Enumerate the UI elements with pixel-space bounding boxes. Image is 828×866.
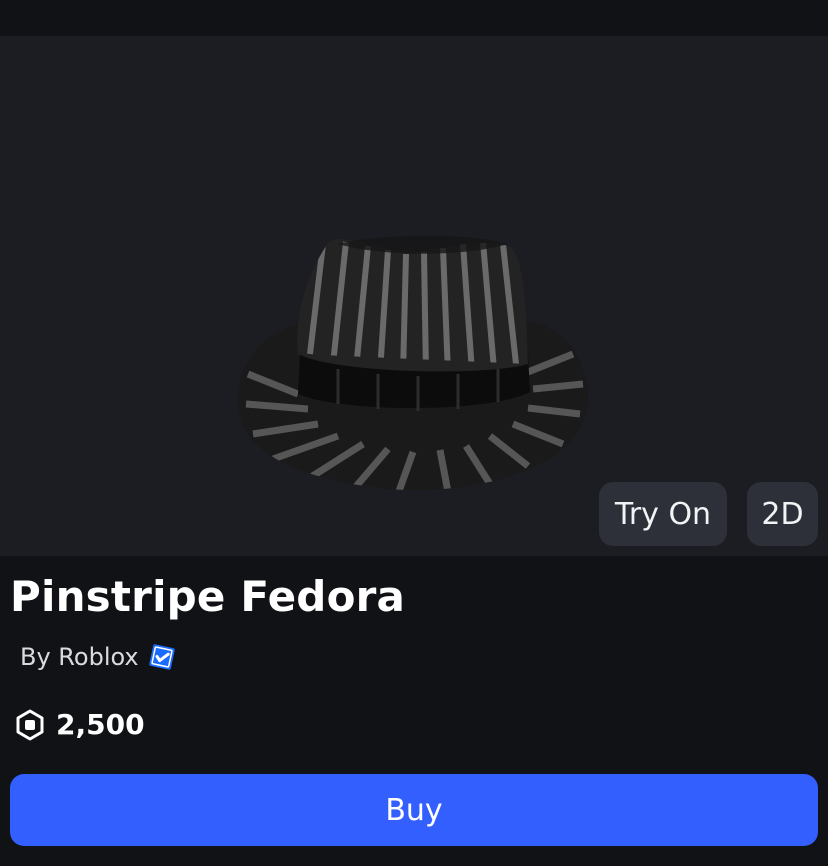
robux-icon [16,709,44,740]
view-mode-2d-button[interactable]: 2D [747,482,818,546]
item-title: Pinstripe Fedora [10,572,406,621]
creator-label[interactable]: By Roblox [20,643,139,671]
verified-check-icon [148,644,175,670]
creator-row[interactable]: By Roblox [20,642,177,672]
fedora-hat-image [237,235,589,491]
price-row: 2,500 [14,708,145,741]
price-value: 2,500 [56,708,145,741]
buy-button[interactable]: Buy [10,774,818,846]
top-bar [0,0,828,36]
item-preview[interactable]: Try On 2D [0,36,828,556]
item-detail-page: Try On 2D Pinstripe Fedora By Roblox 2,5… [0,0,828,866]
try-on-button[interactable]: Try On [599,482,727,546]
